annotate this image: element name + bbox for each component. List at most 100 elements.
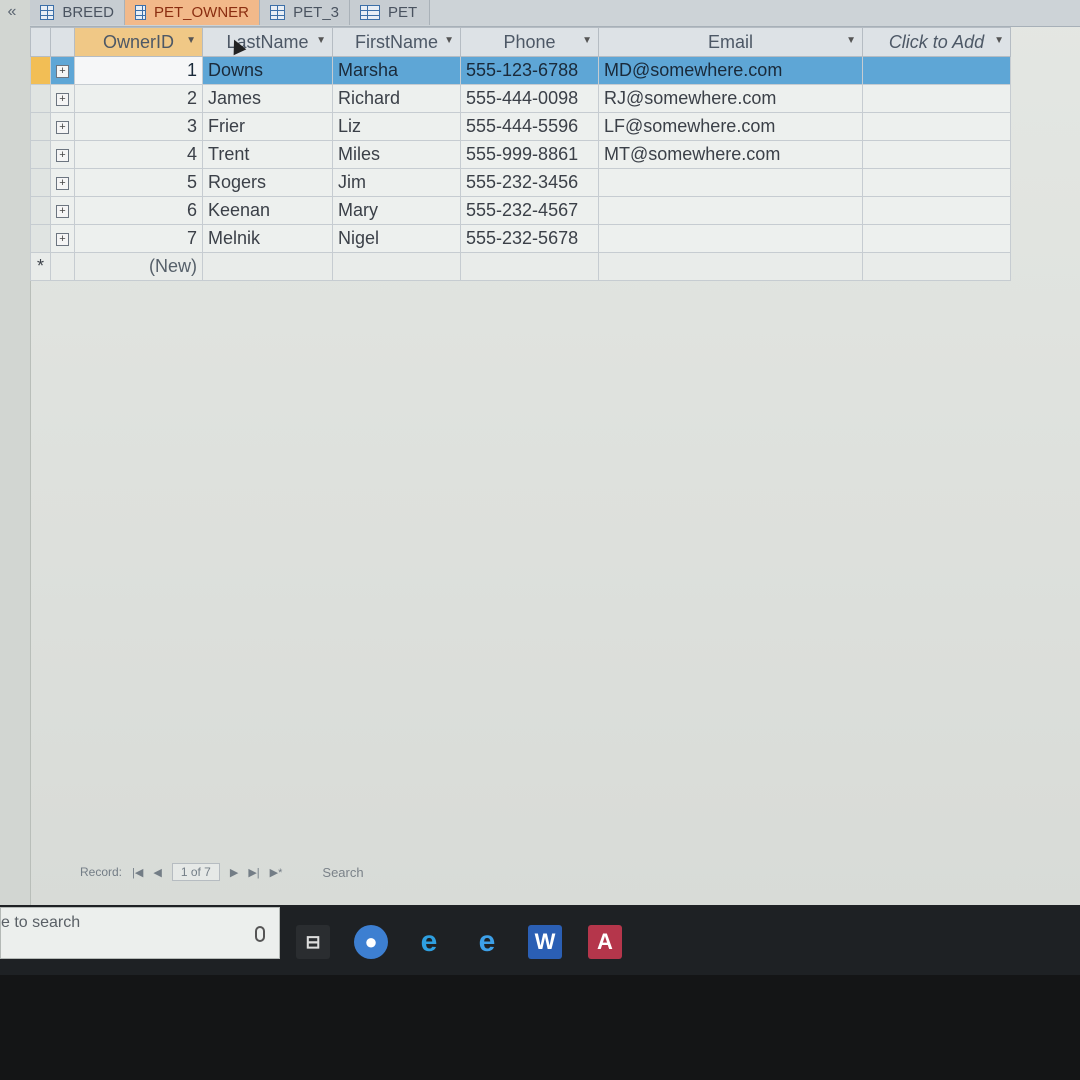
select-all-corner[interactable] <box>30 27 51 57</box>
table-row[interactable]: + 5 Rogers Jim 555-232-3456 <box>30 168 1011 197</box>
internet-explorer-icon[interactable]: e <box>412 925 446 959</box>
table-row[interactable]: + 7 Melnik Nigel 555-232-5678 <box>30 224 1011 253</box>
cell-phone[interactable]: 555-232-5678 <box>460 224 599 253</box>
access-app-icon[interactable]: A <box>588 925 622 959</box>
column-header-ownerid[interactable]: OwnerID ▼ <box>74 27 203 57</box>
expand-row-cell[interactable]: + <box>50 56 75 85</box>
cell-empty[interactable] <box>202 252 333 281</box>
column-header-email[interactable]: Email ▼ <box>598 27 863 57</box>
search-box[interactable]: Search <box>322 865 363 880</box>
row-selector[interactable] <box>30 196 51 225</box>
tab-pet-owner[interactable]: PET_OWNER <box>125 0 260 25</box>
cell-lastname[interactable]: Downs <box>202 56 333 85</box>
cell-lastname[interactable]: Melnik <box>202 224 333 253</box>
table-row[interactable]: + 2 James Richard 555-444-0098 RJ@somewh… <box>30 84 1011 113</box>
plus-icon[interactable]: + <box>56 204 69 218</box>
tab-breed[interactable]: BREED <box>30 0 125 25</box>
column-header-firstname[interactable]: FirstName ▼ <box>332 27 461 57</box>
cell-lastname[interactable]: Keenan <box>202 196 333 225</box>
table-row[interactable]: + 1 Downs Marsha 555-123-6788 MD@somewhe… <box>30 56 1011 85</box>
column-header-click-to-add[interactable]: Click to Add ▼ <box>862 27 1011 57</box>
cell-firstname[interactable]: Nigel <box>332 224 461 253</box>
cell-firstname[interactable]: Mary <box>332 196 461 225</box>
cell-empty[interactable] <box>862 56 1011 85</box>
cell-phone[interactable]: 555-232-3456 <box>460 168 599 197</box>
cell-firstname[interactable]: Marsha <box>332 56 461 85</box>
cell-firstname[interactable]: Miles <box>332 140 461 169</box>
plus-icon[interactable]: + <box>56 148 69 162</box>
row-selector[interactable] <box>30 224 51 253</box>
plus-icon[interactable]: + <box>56 232 69 246</box>
column-header-lastname[interactable]: LastName ▼ <box>202 27 333 57</box>
table-row[interactable]: + 3 Frier Liz 555-444-5596 LF@somewhere.… <box>30 112 1011 141</box>
plus-icon[interactable]: + <box>56 120 69 134</box>
row-selector[interactable] <box>30 168 51 197</box>
chrome-browser-icon[interactable]: ● <box>354 925 388 959</box>
first-record-button[interactable]: |◀ <box>132 866 143 879</box>
cell-empty[interactable] <box>862 224 1011 253</box>
expand-row-cell[interactable]: + <box>50 84 75 113</box>
dropdown-arrow-icon[interactable]: ▼ <box>994 35 1004 46</box>
row-selector[interactable] <box>30 56 51 85</box>
plus-icon[interactable]: + <box>56 64 69 78</box>
cell-empty[interactable] <box>862 252 1011 281</box>
cell-email[interactable] <box>598 224 863 253</box>
tab-pet[interactable]: PET <box>350 0 430 25</box>
cell-email[interactable]: RJ@somewhere.com <box>598 84 863 113</box>
table-row[interactable]: + 6 Keenan Mary 555-232-4567 <box>30 196 1011 225</box>
dropdown-arrow-icon[interactable]: ▼ <box>582 35 592 46</box>
cell-lastname[interactable]: Trent <box>202 140 333 169</box>
cell-lastname[interactable]: James <box>202 84 333 113</box>
cell-email[interactable]: MD@somewhere.com <box>598 56 863 85</box>
cell-empty[interactable] <box>598 252 863 281</box>
column-header-phone[interactable]: Phone ▼ <box>460 27 599 57</box>
cell-empty[interactable] <box>332 252 461 281</box>
cell-ownerid[interactable]: 2 <box>74 84 203 113</box>
cell-firstname[interactable]: Liz <box>332 112 461 141</box>
dropdown-arrow-icon[interactable]: ▼ <box>316 35 326 46</box>
plus-icon[interactable]: + <box>56 92 69 106</box>
cell-ownerid[interactable]: 7 <box>74 224 203 253</box>
cell-phone[interactable]: 555-444-5596 <box>460 112 599 141</box>
cell-email[interactable] <box>598 196 863 225</box>
cell-empty[interactable] <box>862 112 1011 141</box>
task-view-icon[interactable]: ⊟ <box>296 925 330 959</box>
cell-phone[interactable]: 555-123-6788 <box>460 56 599 85</box>
cell-ownerid[interactable]: 6 <box>74 196 203 225</box>
cell-lastname[interactable]: Rogers <box>202 168 333 197</box>
cell-phone[interactable]: 555-232-4567 <box>460 196 599 225</box>
next-record-button[interactable]: ▶ <box>230 866 238 879</box>
edge-browser-icon[interactable]: e <box>470 925 504 959</box>
previous-record-button[interactable]: ◀ <box>153 866 161 879</box>
dropdown-arrow-icon[interactable]: ▼ <box>186 35 196 46</box>
expand-nav-pane-button[interactable]: « <box>0 0 24 26</box>
cell-empty[interactable] <box>460 252 599 281</box>
row-selector[interactable] <box>30 84 51 113</box>
row-selector[interactable] <box>30 140 51 169</box>
row-selector[interactable] <box>30 112 51 141</box>
dropdown-arrow-icon[interactable]: ▼ <box>846 35 856 46</box>
new-record-row[interactable]: * (New) <box>30 252 1011 281</box>
expand-row-cell[interactable]: + <box>50 196 75 225</box>
expand-row-cell[interactable]: + <box>50 224 75 253</box>
tab-pet-3[interactable]: PET_3 <box>260 0 350 25</box>
new-record-button[interactable]: ▶* <box>270 866 283 879</box>
dropdown-arrow-icon[interactable]: ▼ <box>444 35 454 46</box>
cell-email[interactable]: MT@somewhere.com <box>598 140 863 169</box>
word-app-icon[interactable]: W <box>528 925 562 959</box>
expand-row-cell[interactable]: + <box>50 168 75 197</box>
plus-icon[interactable]: + <box>56 176 69 190</box>
cell-empty[interactable] <box>862 140 1011 169</box>
cell-lastname[interactable]: Frier <box>202 112 333 141</box>
cell-empty[interactable] <box>862 196 1011 225</box>
taskbar-search-box[interactable]: e to search <box>0 907 280 959</box>
cell-email[interactable] <box>598 168 863 197</box>
cell-empty[interactable] <box>862 84 1011 113</box>
cell-empty[interactable] <box>862 168 1011 197</box>
cell-ownerid[interactable]: 1 <box>74 56 203 85</box>
cell-ownerid[interactable]: 3 <box>74 112 203 141</box>
table-row[interactable]: + 4 Trent Miles 555-999-8861 MT@somewher… <box>30 140 1011 169</box>
last-record-button[interactable]: ▶| <box>248 866 259 879</box>
new-record-cell[interactable]: (New) <box>74 252 203 281</box>
expand-row-cell[interactable]: + <box>50 112 75 141</box>
